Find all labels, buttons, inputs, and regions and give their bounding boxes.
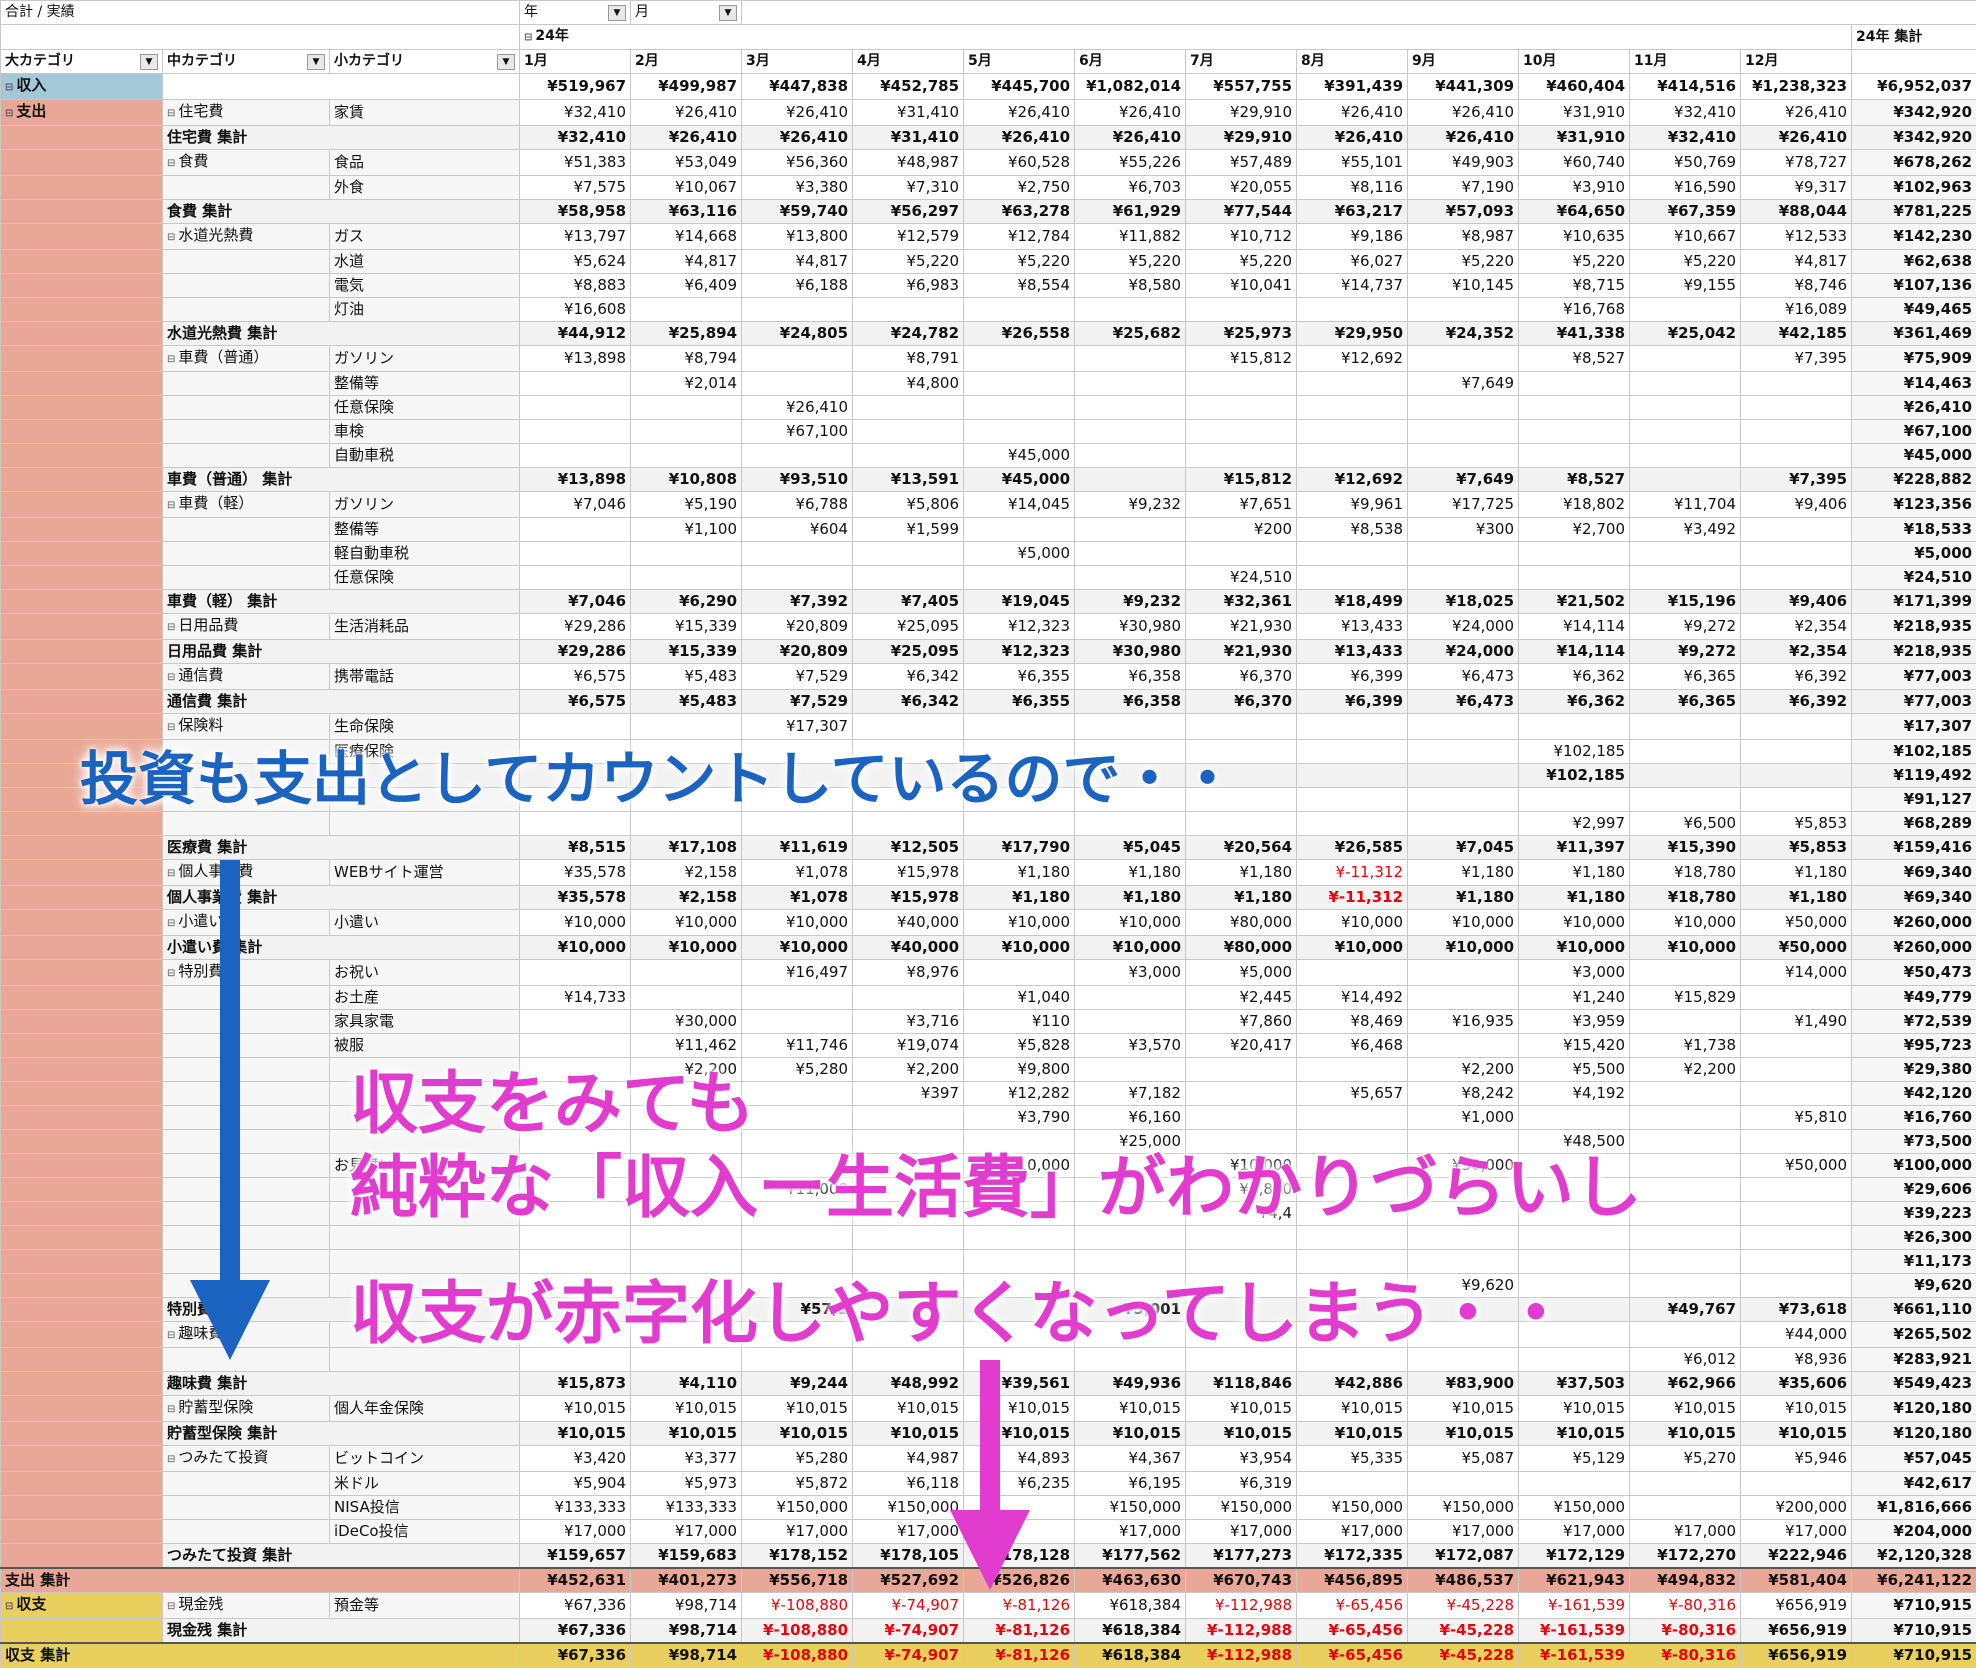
value-cell: ¥-65,456 — [1297, 1643, 1408, 1668]
annotation-blue: 投資も支出としてカウントしているので・・ — [80, 732, 1237, 816]
value-cell: ¥-161,539 — [1519, 1643, 1630, 1668]
value-cell: ¥67,336 — [520, 1643, 631, 1668]
value-cell: ¥-108,880 — [742, 1643, 853, 1668]
value-cell: ¥-112,988 — [1186, 1643, 1297, 1668]
value-cell: ¥618,384 — [1075, 1643, 1186, 1668]
annotation-pink-2: 純粋な「収入ー生活費」がわかりづらいし — [350, 1132, 1642, 1231]
table-row: 収支 集計¥67,336¥98,714¥-108,880¥-74,907¥-81… — [1, 1643, 1976, 1668]
total-label: 収支 集計 — [1, 1643, 520, 1668]
value-cell: ¥-81,126 — [964, 1643, 1075, 1668]
value-cell: ¥656,919 — [1741, 1643, 1852, 1668]
value-cell: ¥-74,907 — [853, 1643, 964, 1668]
annotation-pink-3: 収支が赤字化しやすくなってしまう・・ — [350, 1258, 1570, 1357]
value-cell: ¥-45,228 — [1408, 1643, 1519, 1668]
value-cell: ¥-80,316 — [1630, 1643, 1741, 1668]
value-cell: ¥98,714 — [631, 1643, 742, 1668]
grand-total-cell: ¥710,915 — [1852, 1643, 1976, 1668]
arrow-overlay — [0, 0, 1976, 1634]
